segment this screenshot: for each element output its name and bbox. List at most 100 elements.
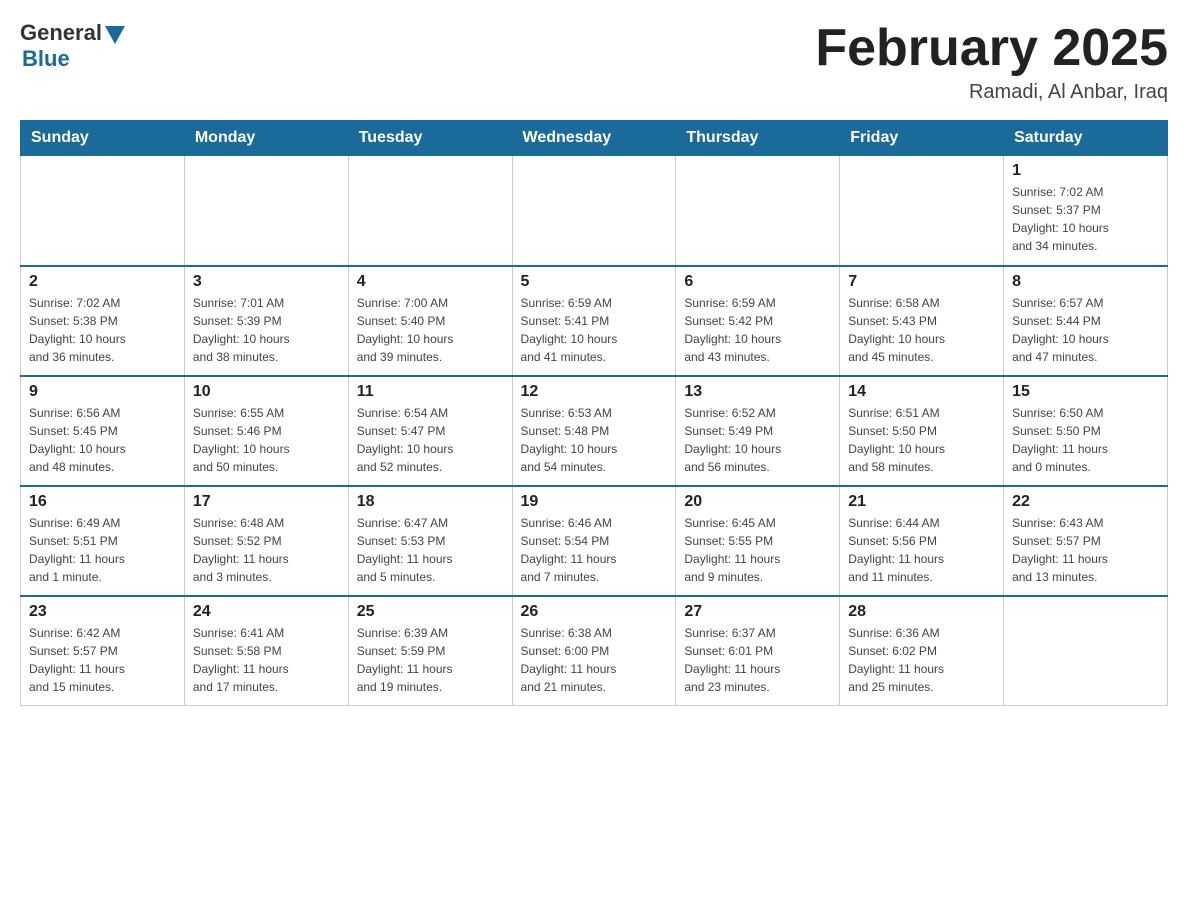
day-number: 20: [684, 493, 831, 511]
calendar-day-cell: 11 Sunrise: 6:54 AM Sunset: 5:47 PM Dayli…: [348, 376, 512, 486]
day-info: Sunrise: 6:44 AM Sunset: 5:56 PM Dayligh…: [848, 514, 995, 586]
day-info: Sunrise: 6:43 AM Sunset: 5:57 PM Dayligh…: [1012, 514, 1159, 586]
calendar-day-cell: 16Sunrise: 6:49 AM Sunset: 5:51 PM Dayli…: [21, 486, 185, 596]
calendar-day-cell: [21, 156, 185, 266]
day-number: 24: [193, 603, 340, 621]
day-of-week-header: Sunday: [21, 121, 185, 156]
calendar-day-cell: 5Sunrise: 6:59 AM Sunset: 5:41 PM Daylig…: [512, 266, 676, 376]
calendar-week-row: 23 Sunrise: 6:42 AM Sunset: 5:57 PM Dayli…: [21, 596, 1168, 706]
day-number: 14: [848, 383, 995, 401]
calendar-day-cell: 1 Sunrise: 7:02 AM Sunset: 5:37 PM Daylig…: [1004, 156, 1168, 266]
page-header: General Blue February 2025 Ramadi, Al An…: [20, 20, 1168, 104]
calendar-day-cell: 21 Sunrise: 6:44 AM Sunset: 5:56 PM Dayli…: [840, 486, 1004, 596]
day-info: Sunrise: 6:39 AM Sunset: 5:59 PM Dayligh…: [357, 624, 504, 696]
calendar-day-cell: [512, 156, 676, 266]
day-number: 1: [1012, 162, 1159, 180]
calendar-day-cell: 12 Sunrise: 6:53 AM Sunset: 5:48 PM Dayli…: [512, 376, 676, 486]
day-number: 23: [29, 603, 176, 621]
day-number: 10: [193, 383, 340, 401]
day-info: Sunrise: 6:41 AM Sunset: 5:58 PM Dayligh…: [193, 624, 340, 696]
day-number: 8: [1012, 273, 1159, 291]
logo-blue-text: Blue: [22, 46, 70, 72]
day-info: Sunrise: 6:42 AM Sunset: 5:57 PM Dayligh…: [29, 624, 176, 696]
day-info: Sunrise: 6:54 AM Sunset: 5:47 PM Dayligh…: [357, 404, 504, 476]
day-info: Sunrise: 7:00 AM Sunset: 5:40 PM Dayligh…: [357, 294, 504, 366]
day-info: Sunrise: 6:56 AM Sunset: 5:45 PM Dayligh…: [29, 404, 176, 476]
day-number: 11: [357, 383, 504, 401]
day-number: 12: [521, 383, 668, 401]
day-number: 18: [357, 493, 504, 511]
day-number: 9: [29, 383, 176, 401]
day-info: Sunrise: 6:37 AM Sunset: 6:01 PM Dayligh…: [684, 624, 831, 696]
calendar-day-cell: 4 Sunrise: 7:00 AM Sunset: 5:40 PM Daylig…: [348, 266, 512, 376]
calendar-day-cell: 8Sunrise: 6:57 AM Sunset: 5:44 PM Daylig…: [1004, 266, 1168, 376]
day-of-week-header: Wednesday: [512, 121, 676, 156]
calendar-day-cell: 13 Sunrise: 6:52 AM Sunset: 5:49 PM Dayli…: [676, 376, 840, 486]
day-of-week-header: Thursday: [676, 121, 840, 156]
day-of-week-header: Friday: [840, 121, 1004, 156]
logo-general-text: General: [20, 20, 102, 46]
calendar-day-cell: 10 Sunrise: 6:55 AM Sunset: 5:46 PM Dayli…: [184, 376, 348, 486]
calendar-day-cell: 17 Sunrise: 6:48 AM Sunset: 5:52 PM Dayli…: [184, 486, 348, 596]
day-number: 4: [357, 273, 504, 291]
calendar-day-cell: 3 Sunrise: 7:01 AM Sunset: 5:39 PM Daylig…: [184, 266, 348, 376]
title-section: February 2025 Ramadi, Al Anbar, Iraq: [815, 20, 1168, 104]
calendar-day-cell: 26 Sunrise: 6:38 AM Sunset: 6:00 PM Dayli…: [512, 596, 676, 706]
day-number: 27: [684, 603, 831, 621]
calendar-day-cell: 18 Sunrise: 6:47 AM Sunset: 5:53 PM Dayli…: [348, 486, 512, 596]
day-info: Sunrise: 6:45 AM Sunset: 5:55 PM Dayligh…: [684, 514, 831, 586]
day-info: Sunrise: 6:46 AM Sunset: 5:54 PM Dayligh…: [521, 514, 668, 586]
logo: General Blue: [20, 20, 125, 72]
day-info: Sunrise: 7:02 AM Sunset: 5:38 PM Dayligh…: [29, 294, 176, 366]
calendar-day-cell: 23 Sunrise: 6:42 AM Sunset: 5:57 PM Dayli…: [21, 596, 185, 706]
day-info: Sunrise: 7:01 AM Sunset: 5:39 PM Dayligh…: [193, 294, 340, 366]
day-of-week-header: Monday: [184, 121, 348, 156]
calendar-day-cell: 24 Sunrise: 6:41 AM Sunset: 5:58 PM Dayli…: [184, 596, 348, 706]
calendar-day-cell: 6 Sunrise: 6:59 AM Sunset: 5:42 PM Daylig…: [676, 266, 840, 376]
day-number: 26: [521, 603, 668, 621]
calendar-header-row: SundayMondayTuesdayWednesdayThursdayFrid…: [21, 121, 1168, 156]
day-info: Sunrise: 6:50 AM Sunset: 5:50 PM Dayligh…: [1012, 404, 1159, 476]
day-number: 21: [848, 493, 995, 511]
day-number: 25: [357, 603, 504, 621]
day-info: Sunrise: 6:53 AM Sunset: 5:48 PM Dayligh…: [521, 404, 668, 476]
day-info: Sunrise: 6:51 AM Sunset: 5:50 PM Dayligh…: [848, 404, 995, 476]
logo-arrow-icon: [105, 26, 125, 44]
calendar-week-row: 16Sunrise: 6:49 AM Sunset: 5:51 PM Dayli…: [21, 486, 1168, 596]
day-number: 19: [521, 493, 668, 511]
calendar-week-row: 1 Sunrise: 7:02 AM Sunset: 5:37 PM Daylig…: [21, 156, 1168, 266]
day-info: Sunrise: 6:38 AM Sunset: 6:00 PM Dayligh…: [521, 624, 668, 696]
calendar-day-cell: 19 Sunrise: 6:46 AM Sunset: 5:54 PM Dayli…: [512, 486, 676, 596]
calendar-day-cell: 20 Sunrise: 6:45 AM Sunset: 5:55 PM Dayli…: [676, 486, 840, 596]
calendar-table: SundayMondayTuesdayWednesdayThursdayFrid…: [20, 120, 1168, 706]
day-info: Sunrise: 6:47 AM Sunset: 5:53 PM Dayligh…: [357, 514, 504, 586]
day-info: Sunrise: 6:48 AM Sunset: 5:52 PM Dayligh…: [193, 514, 340, 586]
day-info: Sunrise: 6:55 AM Sunset: 5:46 PM Dayligh…: [193, 404, 340, 476]
day-number: 22: [1012, 493, 1159, 511]
day-info: Sunrise: 6:52 AM Sunset: 5:49 PM Dayligh…: [684, 404, 831, 476]
day-number: 3: [193, 273, 340, 291]
day-of-week-header: Tuesday: [348, 121, 512, 156]
calendar-day-cell: 22 Sunrise: 6:43 AM Sunset: 5:57 PM Dayli…: [1004, 486, 1168, 596]
calendar-week-row: 2Sunrise: 7:02 AM Sunset: 5:38 PM Daylig…: [21, 266, 1168, 376]
day-number: 16: [29, 493, 176, 511]
location: Ramadi, Al Anbar, Iraq: [815, 81, 1168, 104]
month-title: February 2025: [815, 20, 1168, 77]
day-of-week-header: Saturday: [1004, 121, 1168, 156]
calendar-day-cell: 28 Sunrise: 6:36 AM Sunset: 6:02 PM Dayli…: [840, 596, 1004, 706]
day-number: 7: [848, 273, 995, 291]
calendar-day-cell: 25 Sunrise: 6:39 AM Sunset: 5:59 PM Dayli…: [348, 596, 512, 706]
calendar-day-cell: [676, 156, 840, 266]
calendar-day-cell: [1004, 596, 1168, 706]
calendar-day-cell: 9 Sunrise: 6:56 AM Sunset: 5:45 PM Daylig…: [21, 376, 185, 486]
day-number: 17: [193, 493, 340, 511]
calendar-day-cell: 15 Sunrise: 6:50 AM Sunset: 5:50 PM Dayli…: [1004, 376, 1168, 486]
day-number: 15: [1012, 383, 1159, 401]
day-info: Sunrise: 6:59 AM Sunset: 5:42 PM Dayligh…: [684, 294, 831, 366]
day-number: 6: [684, 273, 831, 291]
day-number: 13: [684, 383, 831, 401]
calendar-day-cell: 2Sunrise: 7:02 AM Sunset: 5:38 PM Daylig…: [21, 266, 185, 376]
day-info: Sunrise: 6:36 AM Sunset: 6:02 PM Dayligh…: [848, 624, 995, 696]
day-number: 28: [848, 603, 995, 621]
day-info: Sunrise: 7:02 AM Sunset: 5:37 PM Dayligh…: [1012, 183, 1159, 255]
